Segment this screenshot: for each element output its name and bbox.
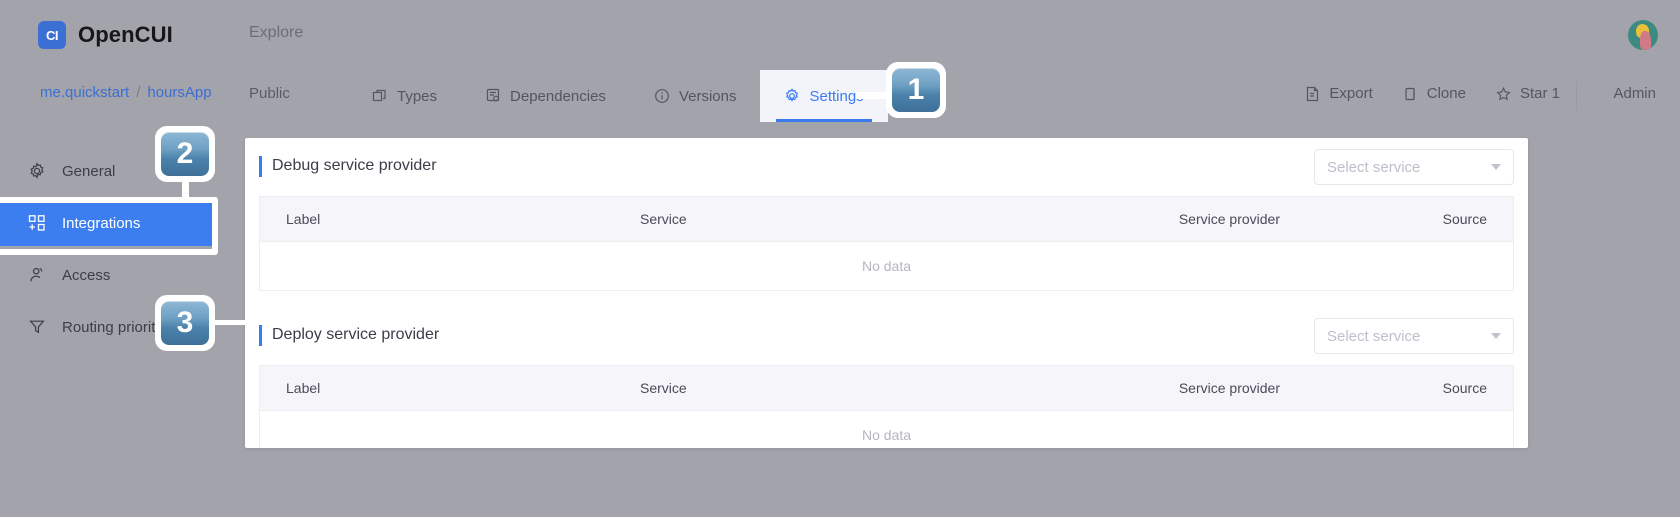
tab-bar: Types Dependencies Versions Settings [348,70,888,122]
routing-icon [28,318,46,336]
debug-service-select[interactable]: Select service [1314,149,1514,185]
column-header-service: Service [640,380,687,396]
avatar[interactable] [1628,20,1658,50]
debug-no-data-text: No data [861,258,912,274]
project-bar: me.quickstart / hoursApp Public Types De… [0,70,1680,122]
clone-button[interactable]: Clone [1403,85,1466,102]
debug-service-table: Label Service Service provider Source No… [259,196,1514,291]
dependencies-icon [485,88,501,104]
sidebar-item-integrations-label: Integrations [62,214,141,232]
access-icon [28,266,46,284]
avatar-shape-b [1640,31,1651,50]
tab-types[interactable]: Types [348,70,461,122]
breadcrumb-separator: / [136,84,141,101]
section-accent-bar [259,325,262,346]
column-header-source: Source [1442,380,1487,396]
clone-icon [1403,86,1418,102]
deploy-service-select-placeholder: Select service [1327,327,1421,345]
integrations-icon [28,214,46,232]
breadcrumb-project[interactable]: hoursApp [147,84,211,101]
breadcrumb: me.quickstart / hoursApp [40,84,212,101]
deploy-service-select[interactable]: Select service [1314,318,1514,354]
export-button[interactable]: Export [1305,85,1373,102]
column-header-service: Service [640,211,687,227]
table-empty-row: No data [260,241,1513,291]
callout-badge-2: 2 [155,126,215,182]
action-divider [1576,82,1577,110]
breadcrumb-org[interactable]: me.quickstart [40,84,129,101]
sidebar-item-routing-priority-label: Routing priority [62,318,163,336]
types-icon [372,88,388,104]
callout-badge-2-number: 2 [161,132,209,176]
clone-label: Clone [1426,85,1466,102]
sidebar-item-integrations[interactable]: Integrations [0,200,218,246]
versions-icon [654,88,670,104]
chevron-down-icon [1491,333,1501,339]
debug-section-title: Debug service provider [272,157,437,174]
screenshot-root: CI OpenCUI Explore me.quickstart / hours… [0,0,1680,517]
deploy-service-table: Label Service Service provider Source No… [259,365,1514,448]
tab-versions[interactable]: Versions [630,70,761,122]
column-header-source: Source [1442,211,1487,227]
tab-versions-label: Versions [678,87,737,105]
deploy-section-title: Deploy service provider [272,326,440,343]
sidebar-item-access-label: Access [62,266,111,284]
callout-badge-1: 1 [886,62,946,118]
export-label: Export [1329,85,1373,102]
callout-badge-3-number: 3 [161,301,209,345]
explore-link[interactable]: Explore [249,24,303,42]
visibility-label: Public [249,85,290,102]
tab-dependencies[interactable]: Dependencies [461,70,630,122]
section-accent-bar [259,156,262,177]
column-header-label: Label [286,211,321,227]
export-icon [1305,86,1320,102]
callout-3-connector [212,320,254,325]
deploy-no-data-text: No data [861,427,912,443]
opencui-logo-icon: CI [38,21,66,49]
tab-dependencies-label: Dependencies [510,87,606,105]
debug-service-select-placeholder: Select service [1327,158,1421,176]
table-header-row: Label Service Service provider Source [260,197,1513,241]
gear-icon [28,162,46,180]
action-bar: Export Clone Star 1 [1305,85,1560,102]
admin-role-label: Admin [1613,85,1656,102]
debug-section-header: Debug service provider Select service [245,138,1528,196]
top-bar: CI OpenCUI Explore [0,0,1680,70]
chevron-down-icon [1491,164,1501,170]
sidebar-item-access[interactable]: Access [0,252,218,298]
star-icon [1496,86,1511,102]
table-header-row: Label Service Service provider Source [260,366,1513,410]
brand-name: OpenCUI [78,22,173,47]
deploy-section-header: Deploy service provider Select service [245,307,1528,365]
integrations-panel: Debug service provider Select service La… [245,138,1528,448]
brand-logo[interactable]: CI OpenCUI [38,21,173,49]
sidebar-item-general-label: General [62,162,116,180]
tab-types-label: Types [397,87,438,105]
column-header-service-provider: Service provider [1178,211,1280,227]
table-empty-row: No data [260,410,1513,448]
column-header-label: Label [286,380,321,396]
star-button[interactable]: Star 1 [1496,85,1560,102]
star-label: Star 1 [1519,85,1560,102]
callout-badge-1-number: 1 [892,68,940,112]
column-header-service-provider: Service provider [1178,380,1280,396]
gear-icon [784,88,800,104]
callout-badge-3: 3 [155,295,215,351]
